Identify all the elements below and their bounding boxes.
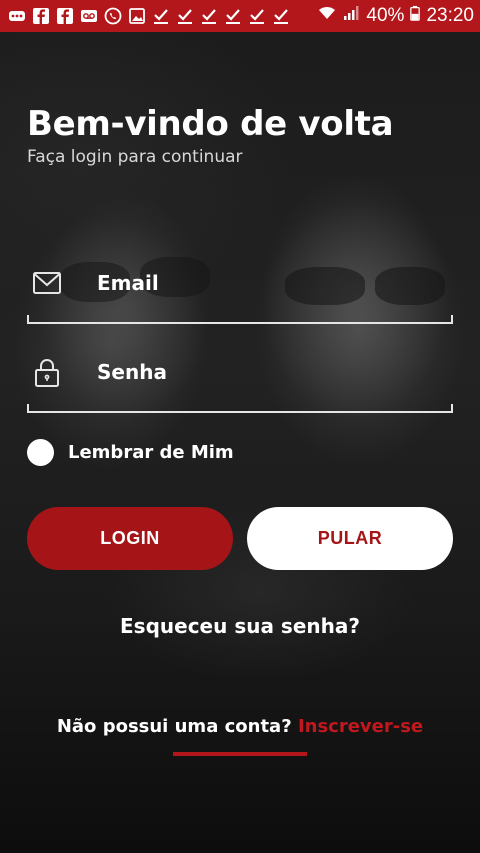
lock-icon bbox=[27, 352, 67, 392]
system-status: 40% 23:20 bbox=[318, 4, 474, 28]
battery-icon bbox=[410, 4, 421, 28]
battery-percent: 40% bbox=[366, 5, 405, 26]
whatsapp-icon bbox=[104, 7, 122, 25]
facebook-icon bbox=[56, 7, 74, 25]
accent-divider bbox=[173, 752, 307, 756]
clock: 23:20 bbox=[426, 5, 474, 26]
check-icon bbox=[224, 7, 242, 25]
check-icon bbox=[248, 7, 266, 25]
signup-link[interactable]: Inscrever-se bbox=[298, 716, 423, 737]
forgot-password-link[interactable]: Esqueceu sua senha? bbox=[0, 614, 480, 638]
image-icon bbox=[128, 7, 146, 25]
no-account-text: Não possui uma conta? bbox=[56, 716, 292, 737]
notification-icons bbox=[8, 7, 290, 25]
skip-button[interactable]: PULAR bbox=[247, 507, 453, 570]
email-field-row bbox=[27, 253, 453, 313]
check-icon bbox=[176, 7, 194, 25]
signup-row: Não possui uma conta? Inscrever-se bbox=[0, 716, 480, 737]
check-icon bbox=[272, 7, 290, 25]
password-field-row bbox=[27, 342, 453, 402]
envelope-icon bbox=[27, 263, 67, 303]
page-title: Bem-vindo de volta bbox=[27, 104, 394, 144]
remember-me-radio[interactable] bbox=[27, 439, 54, 466]
page-subtitle: Faça login para continuar bbox=[27, 147, 243, 167]
remember-me-label: Lembrar de Mim bbox=[68, 442, 234, 463]
status-bar: 40% 23:20 bbox=[0, 0, 480, 32]
wifi-icon bbox=[318, 4, 336, 28]
signal-icon bbox=[342, 4, 360, 28]
check-icon bbox=[200, 7, 218, 25]
more-icon bbox=[8, 7, 26, 25]
facebook-icon bbox=[32, 7, 50, 25]
email-input[interactable] bbox=[97, 271, 417, 295]
voicemail-icon bbox=[80, 7, 98, 25]
check-icon bbox=[152, 7, 170, 25]
password-input[interactable] bbox=[97, 360, 417, 384]
password-underline bbox=[27, 404, 453, 413]
remember-me[interactable]: Lembrar de Mim bbox=[27, 439, 234, 466]
email-underline bbox=[27, 315, 453, 324]
login-screen: Bem-vindo de volta Faça login para conti… bbox=[0, 32, 480, 853]
login-button[interactable]: LOGIN bbox=[27, 507, 233, 570]
